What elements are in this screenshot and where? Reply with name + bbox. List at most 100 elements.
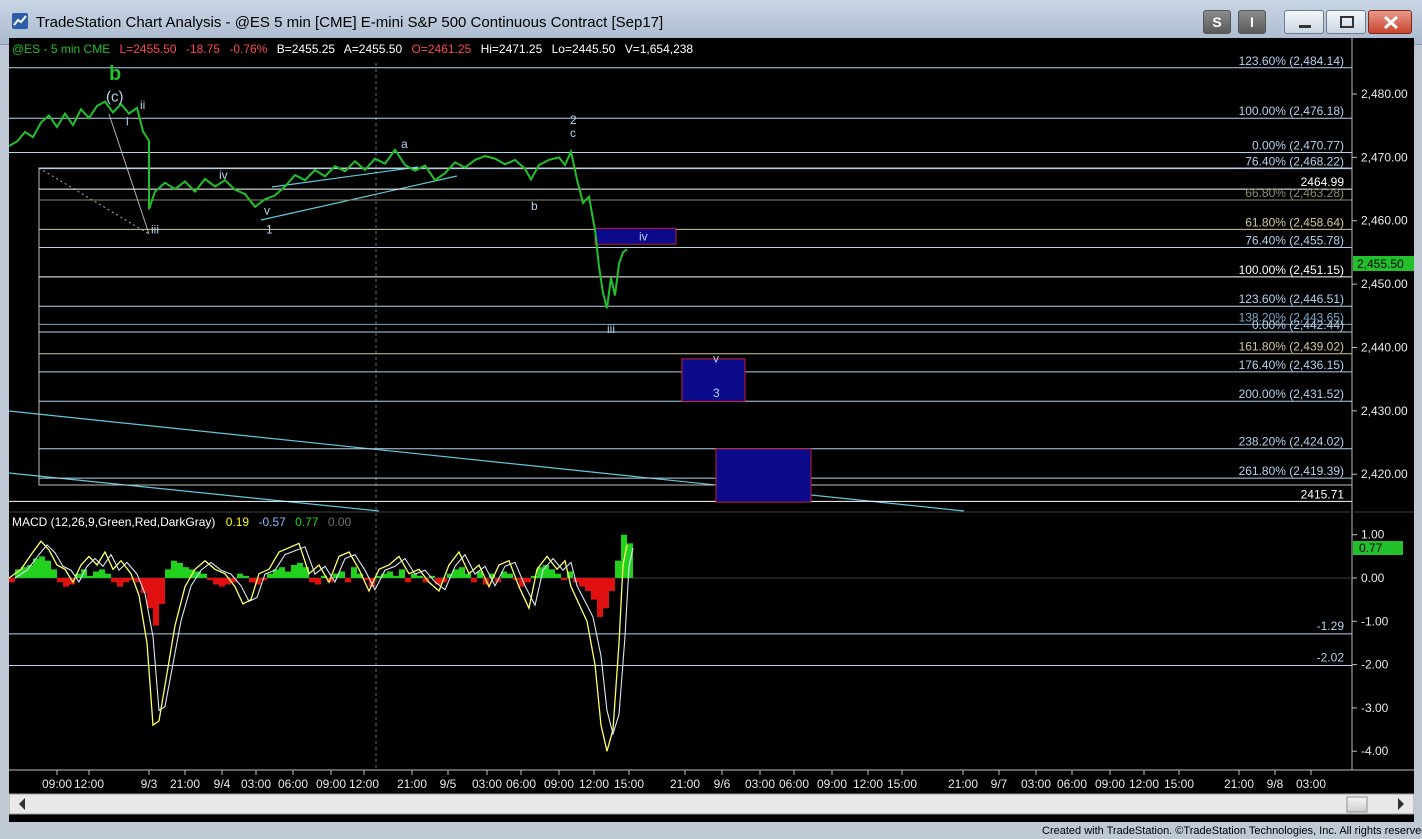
open-price: O=2461.25 xyxy=(412,42,472,56)
trend-lines xyxy=(9,113,1353,512)
macd-reference-lines: -1.29 -2.02 xyxy=(9,577,1352,666)
macd-bar-98 xyxy=(597,578,603,617)
price-tick-label-6: 2,420.00 xyxy=(1361,467,1408,481)
wave-label-2: ii xyxy=(140,98,145,112)
macd-bar-57 xyxy=(351,567,357,578)
time-tick-label-29: 15:00 xyxy=(1164,777,1194,791)
last-price: L=2455.50 xyxy=(120,42,177,56)
i-menu-button[interactable]: I xyxy=(1238,10,1266,34)
macd-bar-14 xyxy=(93,571,99,578)
fib-label-5: 66.80% (2,463.28) xyxy=(1245,186,1344,200)
macd-bar-50 xyxy=(309,578,315,583)
macd-current-label: 0.77 xyxy=(1359,541,1383,555)
time-tick-label-3: 21:00 xyxy=(170,777,200,791)
macd-bar-45 xyxy=(279,567,285,578)
time-tick-label-15: 15:00 xyxy=(614,777,644,791)
macd-tick-label-2: -1.00 xyxy=(1361,614,1389,628)
fib-label-3: 76.40% (2,468.22) xyxy=(1245,155,1344,169)
macd-bar-63 xyxy=(387,571,393,578)
macd-bar-27 xyxy=(171,560,177,578)
macd-bar-68 xyxy=(417,575,423,578)
macd-bar-18 xyxy=(117,578,123,587)
macd-bar-55 xyxy=(339,571,345,578)
time-tick-label-24: 9/7 xyxy=(991,777,1008,791)
macd-tick-label-1: 0.00 xyxy=(1361,571,1385,585)
macd-bar-77 xyxy=(471,578,477,583)
macd-bar-75 xyxy=(459,567,465,578)
time-tick-label-25: 03:00 xyxy=(1021,777,1051,791)
macd-bar-7 xyxy=(51,569,57,578)
target-zone-0 xyxy=(594,227,677,245)
price-tick-label-3: 2,450.00 xyxy=(1361,277,1408,291)
macd-bar-24 xyxy=(153,578,159,626)
wave-label-3: i xyxy=(126,115,129,129)
time-tick-label-26: 06:00 xyxy=(1057,777,1087,791)
change-value: -18.75 xyxy=(186,42,220,56)
wave-label-0: b xyxy=(109,63,121,85)
macd-bar-15 xyxy=(99,569,105,578)
horizontal-scrollbar[interactable] xyxy=(9,793,1414,815)
macd-bar-32 xyxy=(201,573,207,578)
maximize-button[interactable] xyxy=(1326,10,1366,34)
macd-bar-9 xyxy=(63,578,69,587)
time-tick-label-13: 09:00 xyxy=(544,777,574,791)
macd-tick-label-5: -4.00 xyxy=(1361,744,1389,758)
fib-label-11: 0.00% (2,442.44) xyxy=(1252,318,1344,332)
maximize-icon xyxy=(1340,16,1354,28)
macd-bar-51 xyxy=(315,578,321,585)
price-tick-label-2: 2,460.00 xyxy=(1361,214,1408,228)
macd-bar-0 xyxy=(9,578,15,583)
price-tick-label-1: 2,470.00 xyxy=(1361,150,1408,164)
time-tick-label-18: 03:00 xyxy=(745,777,775,791)
change-pct: -0.76% xyxy=(229,42,267,56)
wave-label-15: 3 xyxy=(713,386,720,400)
time-tick-label-27: 09:00 xyxy=(1095,777,1125,791)
macd-current-marker: 0.77 xyxy=(1353,541,1403,555)
macd-bar-66 xyxy=(405,578,411,583)
macd-header: MACD (12,26,9,Green,Red,DarkGray) 0.19 -… xyxy=(12,515,352,529)
scroll-thumb[interactable] xyxy=(1346,796,1368,813)
ask-price: A=2455.50 xyxy=(344,42,403,56)
time-tick-label-32: 03:00 xyxy=(1296,777,1326,791)
status-text: Created with TradeStation. ©TradeStation… xyxy=(1042,825,1422,837)
time-tick-label-1: 12:00 xyxy=(74,777,104,791)
app-icon xyxy=(12,13,28,29)
macd-bar-25 xyxy=(159,578,165,604)
time-tick-label-20: 09:00 xyxy=(817,777,847,791)
time-tick-label-4: 9/4 xyxy=(214,777,231,791)
macd-bar-74 xyxy=(453,569,459,578)
fib-label-17: 2415.71 xyxy=(1301,487,1345,501)
time-tick-label-6: 06:00 xyxy=(278,777,308,791)
macd-bar-48 xyxy=(297,562,303,578)
chart-area[interactable]: @ES - 5 min CME L=2455.50 -18.75 -0.76% … xyxy=(9,38,1414,822)
minimize-button[interactable] xyxy=(1284,10,1324,34)
macd-bar-33 xyxy=(207,578,213,581)
macd-bar-71 xyxy=(435,578,441,585)
wave-label-6: 2 xyxy=(570,113,577,127)
time-tick-label-5: 03:00 xyxy=(241,777,271,791)
wave-label-13: iii xyxy=(607,322,615,336)
macd-tick-label-0: 1.00 xyxy=(1361,528,1385,542)
symbol-label: @ES - 5 min CME xyxy=(12,42,110,56)
macd-bar-83 xyxy=(507,573,513,578)
fib-label-8: 100.00% (2,451.15) xyxy=(1239,263,1344,277)
close-button[interactable] xyxy=(1368,10,1412,34)
fib-label-13: 176.40% (2,436.15) xyxy=(1239,358,1344,372)
target-zone-2 xyxy=(715,448,812,503)
macd-bar-100 xyxy=(609,578,615,591)
s-menu-button[interactable]: S xyxy=(1203,10,1231,34)
fib-label-14: 200.00% (2,431.52) xyxy=(1239,387,1344,401)
fib-label-16: 261.80% (2,419.39) xyxy=(1239,464,1344,478)
wave-label-12: iv xyxy=(639,229,648,243)
time-tick-label-9: 21:00 xyxy=(397,777,427,791)
macd-bar-96 xyxy=(585,578,591,591)
macd-bar-34 xyxy=(213,578,219,585)
time-tick-label-7: 09:00 xyxy=(316,777,346,791)
fib-label-2: 0.00% (2,470.77) xyxy=(1252,138,1344,152)
price-axis: 2,480.00 2,470.00 2,460.00 2,450.00 2,440.00… xyxy=(1352,87,1408,481)
time-tick-label-10: 9/5 xyxy=(440,777,457,791)
bid-price: B=2455.25 xyxy=(277,42,336,56)
projection-box xyxy=(38,167,1353,486)
high-price: Hi=2471.25 xyxy=(481,42,543,56)
price-tick-label-4: 2,440.00 xyxy=(1361,340,1408,354)
